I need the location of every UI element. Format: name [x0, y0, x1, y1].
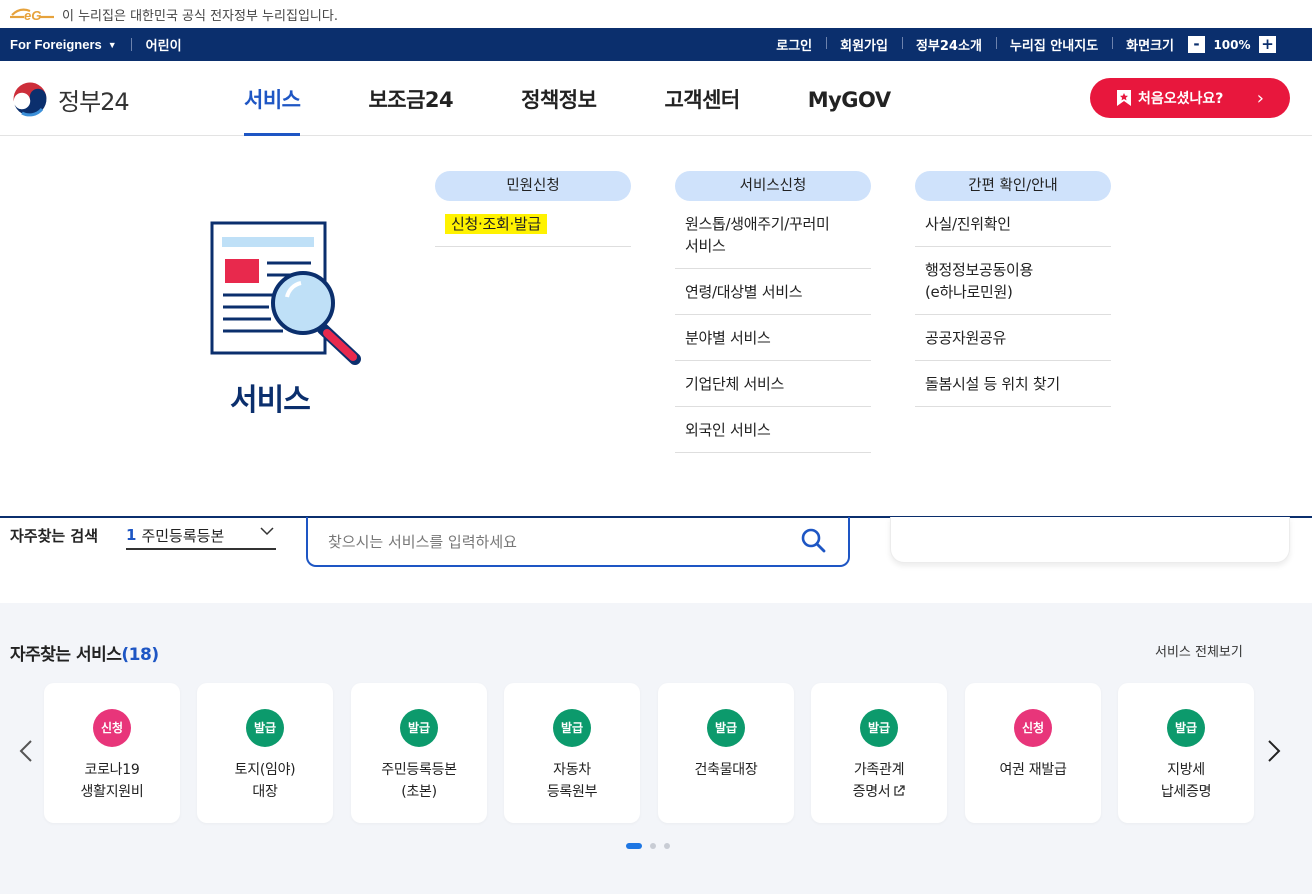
menu-column-service-application: 서비스신청 원스톱/생애주기/꾸러미 서비스 연령/대상별 서비스 분야별 서비…	[675, 171, 871, 453]
menu-item-onestop-lifecycle[interactable]: 원스톱/생애주기/꾸러미 서비스	[675, 201, 871, 269]
screen-size-label: 화면크기	[1112, 35, 1188, 54]
service-card-title: 건축물대장	[694, 762, 758, 778]
chevron-down-icon	[260, 527, 274, 536]
taegeuk-emblem-icon	[11, 80, 49, 118]
search-icon[interactable]	[800, 527, 826, 553]
svg-text:eG: eG	[24, 8, 41, 22]
side-card	[890, 517, 1290, 563]
first-visit-label: 처음오셨나요?	[1138, 91, 1224, 107]
rank-number: 1	[126, 526, 137, 544]
first-visit-button[interactable]: 처음오셨나요? ›	[1090, 78, 1290, 118]
service-card[interactable]: 발급 주민등록등본 (초본)	[351, 683, 487, 823]
carousel-pagination	[626, 843, 670, 849]
view-all-services-link[interactable]: 서비스 전체보기	[1155, 641, 1243, 660]
frequent-search-value: 주민등록등본	[141, 526, 225, 545]
main-header: 정부24 서비스 보조금24 정책정보 고객센터 MyGOV 처음오셨나요? ›	[0, 61, 1312, 136]
site-logo[interactable]: 정부24	[10, 79, 130, 119]
frequent-services-count: (18)	[121, 645, 159, 665]
menu-item-field[interactable]: 분야별 서비스	[675, 315, 871, 361]
search-placeholder: 찾으시는 서비스를 입력하세요	[328, 532, 517, 551]
pagination-dot[interactable]	[664, 843, 670, 849]
sitemap-link[interactable]: 누리집 안내지도	[995, 35, 1112, 54]
service-card[interactable]: 발급 토지(임야) 대장	[197, 683, 333, 823]
service-card[interactable]: 신청 여권 재발급	[965, 683, 1101, 823]
menu-item-care-facility[interactable]: 돌봄시설 등 위치 찾기	[915, 361, 1111, 407]
login-link[interactable]: 로그인	[762, 35, 826, 54]
issue-badge: 발급	[860, 709, 898, 747]
service-card-title: 주민등록등본 (초본)	[381, 762, 457, 800]
zoom-value: 100%	[1205, 37, 1259, 52]
service-card-title: 지방세 납세증명	[1160, 762, 1212, 800]
logo-text: 정부24	[58, 87, 130, 116]
frequent-search-label: 자주찾는 검색	[10, 527, 99, 545]
document-search-illustration-icon	[210, 221, 361, 365]
kids-link[interactable]: 어린이	[146, 35, 182, 54]
issue-badge: 발급	[1167, 709, 1205, 747]
apply-badge: 신청	[93, 709, 131, 747]
issue-badge: 발급	[707, 709, 745, 747]
nav-customer-center[interactable]: 고객센터	[664, 61, 740, 136]
menu-item-public-resource[interactable]: 공공자원공유	[915, 315, 1111, 361]
divider	[130, 38, 132, 51]
menu-item-age-target[interactable]: 연령/대상별 서비스	[675, 269, 871, 315]
service-card-title: 자동차 등록원부	[546, 762, 598, 800]
caret-down-icon: ▼	[107, 39, 117, 50]
pagination-dot[interactable]	[650, 843, 656, 849]
service-card[interactable]: 발급 가족관계 증명서	[811, 683, 947, 823]
service-card[interactable]: 발급 자동차 등록원부	[504, 683, 640, 823]
menu-item-corporate[interactable]: 기업단체 서비스	[675, 361, 871, 407]
for-foreigners-menu[interactable]: For Foreigners ▼	[10, 37, 117, 52]
nav-mygov[interactable]: MyGOV	[808, 61, 891, 136]
issue-badge: 발급	[246, 709, 284, 747]
menu-item-foreigner[interactable]: 외국인 서비스	[675, 407, 871, 453]
column-header: 서비스신청	[675, 171, 871, 201]
egov-logo-icon: eG	[10, 8, 54, 22]
service-card-title: 토지(임야) 대장	[234, 762, 296, 800]
service-card[interactable]: 발급 지방세 납세증명	[1118, 683, 1254, 823]
about-link[interactable]: 정부24소개	[901, 35, 996, 54]
column-header: 간편 확인/안내	[915, 171, 1111, 201]
pagination-dot-active[interactable]	[626, 843, 642, 849]
next-arrow-icon[interactable]	[1265, 739, 1283, 763]
frequent-services-section: 자주찾는 서비스(18) 서비스 전체보기 신청 코로나19 생활지원비 발급 …	[0, 603, 1312, 894]
join-link[interactable]: 회원가입	[826, 35, 902, 54]
menu-item-admin-info-sharing[interactable]: 행정정보공동이용 (e하나로민원)	[915, 247, 1111, 315]
service-card-title: 가족관계 증명서	[811, 759, 947, 803]
nav-subsidy24[interactable]: 보조금24	[368, 61, 453, 136]
mega-menu-title: 서비스	[230, 383, 311, 418]
frequent-services-title-text: 자주찾는 서비스	[10, 645, 122, 665]
service-card[interactable]: 신청 코로나19 생활지원비	[44, 683, 180, 823]
official-banner: eG 이 누리집은 대한민국 공식 전자정부 누리집입니다.	[0, 0, 1312, 28]
issue-badge: 발급	[400, 709, 438, 747]
frequent-services-title: 자주찾는 서비스(18)	[10, 640, 159, 665]
prev-arrow-icon[interactable]	[17, 739, 35, 763]
utility-bar: For Foreigners ▼ 어린이 로그인 회원가입 정부24소개 누리집…	[0, 28, 1312, 61]
main-nav: 서비스 보조금24 정책정보 고객센터 MyGOV	[244, 61, 959, 136]
search-input[interactable]: 찾으시는 서비스를 입력하세요	[306, 517, 850, 567]
menu-item-fact-check[interactable]: 사실/진위확인	[915, 201, 1111, 247]
service-card-title: 여권 재발급	[999, 762, 1067, 778]
for-foreigners-label: For Foreigners	[10, 37, 102, 52]
service-mega-menu: 서비스 민원신청 신청·조회·발급 서비스신청 원스톱/생애주기/꾸러미 서비스…	[0, 137, 1312, 518]
service-card-title: 코로나19 생활지원비	[80, 762, 144, 800]
nav-policy-info[interactable]: 정책정보	[521, 61, 597, 136]
external-link-icon	[894, 785, 906, 796]
menu-column-quick-check: 간편 확인/안내 사실/진위확인 행정정보공동이용 (e하나로민원) 공공자원공…	[915, 171, 1111, 407]
chevron-right-icon: ›	[1256, 87, 1264, 109]
menu-item-apply-inquire-issue[interactable]: 신청·조회·발급	[435, 201, 631, 247]
issue-badge: 발급	[553, 709, 591, 747]
column-header: 민원신청	[435, 171, 631, 201]
service-card[interactable]: 발급 건축물대장	[658, 683, 794, 823]
zoom-control: - 100% +	[1188, 36, 1276, 53]
official-banner-text: 이 누리집은 대한민국 공식 전자정부 누리집입니다.	[62, 8, 338, 24]
zoom-out-button[interactable]: -	[1188, 36, 1205, 53]
menu-item-label: 신청·조회·발급	[445, 214, 547, 234]
nav-service[interactable]: 서비스	[244, 61, 301, 136]
bookmark-star-icon	[1117, 90, 1131, 106]
search-area: 자주찾는 검색 1 주민등록등본 찾으시는 서비스를 입력하세요	[0, 517, 1312, 603]
zoom-in-button[interactable]: +	[1259, 36, 1276, 53]
frequent-search-dropdown[interactable]: 1 주민등록등본	[126, 522, 276, 550]
apply-badge: 신청	[1014, 709, 1052, 747]
menu-column-civil-application: 민원신청 신청·조회·발급	[435, 171, 631, 247]
